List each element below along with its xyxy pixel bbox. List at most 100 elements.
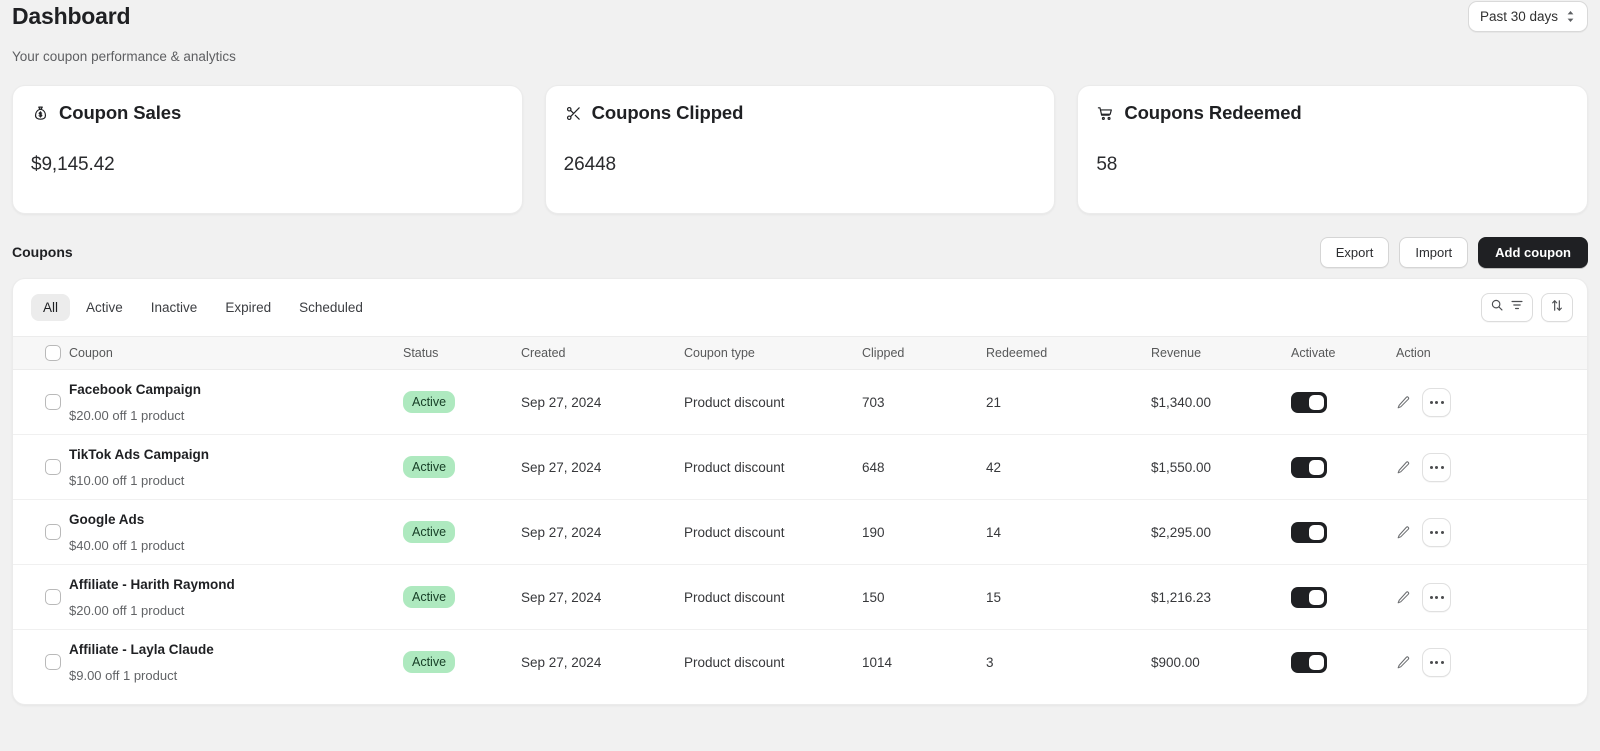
column-header-clipped[interactable]: Clipped xyxy=(862,336,986,370)
more-actions-button[interactable] xyxy=(1422,582,1451,612)
cell-created: Sep 27, 2024 xyxy=(521,564,684,630)
edit-pencil-icon[interactable] xyxy=(1396,460,1411,475)
add-coupon-button[interactable]: Add coupon xyxy=(1478,236,1588,268)
ellipsis-icon xyxy=(1429,465,1444,469)
filter-tabs: All Active Inactive Expired Scheduled xyxy=(31,294,375,321)
column-header-coupon[interactable]: Coupon xyxy=(69,336,403,370)
cell-status: Active xyxy=(403,499,521,565)
metric-title: Coupons Clipped xyxy=(591,102,744,123)
table-row[interactable]: Affiliate - Layla Claude $9.00 off 1 pro… xyxy=(13,630,1587,695)
cell-coupon: Google Ads $40.00 off 1 product xyxy=(69,499,403,565)
row-checkbox[interactable] xyxy=(45,524,61,540)
edit-pencil-icon[interactable] xyxy=(1396,525,1411,540)
activate-toggle[interactable] xyxy=(1291,586,1327,608)
coupon-detail: $9.00 off 1 product xyxy=(69,668,178,684)
cell-activate xyxy=(1291,630,1396,695)
chevron-updown-icon xyxy=(1565,9,1576,24)
column-header-created[interactable]: Created xyxy=(521,336,684,370)
table-row[interactable]: TikTok Ads Campaign $10.00 off 1 product… xyxy=(13,434,1587,500)
cell-coupon: Facebook Campaign $20.00 off 1 product xyxy=(69,369,403,435)
scissors-icon xyxy=(564,104,583,123)
cell-revenue: $1,340.00 xyxy=(1151,369,1291,435)
date-range-selector[interactable]: Past 30 days xyxy=(1467,1,1588,32)
metric-value: $9,145.42 xyxy=(31,154,115,175)
edit-pencil-icon[interactable] xyxy=(1396,655,1411,670)
tab-scheduled[interactable]: Scheduled xyxy=(287,294,375,321)
edit-pencil-icon[interactable] xyxy=(1396,395,1411,410)
section-title: Coupons xyxy=(12,244,73,260)
table-row[interactable]: Google Ads $40.00 off 1 product Active S… xyxy=(13,499,1587,565)
more-actions-button[interactable] xyxy=(1422,387,1451,417)
activate-toggle[interactable] xyxy=(1291,456,1327,478)
select-all-cell xyxy=(13,336,69,370)
cell-created: Sep 27, 2024 xyxy=(521,369,684,435)
cell-action xyxy=(1396,630,1587,695)
activate-toggle[interactable] xyxy=(1291,391,1327,413)
dashboard-page: Dashboard Past 30 days Your coupon perfo… xyxy=(0,0,1600,751)
cell-status: Active xyxy=(403,630,521,695)
activate-toggle[interactable] xyxy=(1291,521,1327,543)
table-header-row: Coupon Status Created Coupon type Clippe… xyxy=(13,336,1587,370)
column-header-revenue[interactable]: Revenue xyxy=(1151,336,1291,370)
coupon-name: Affiliate - Harith Raymond xyxy=(69,577,235,592)
ellipsis-icon xyxy=(1429,660,1444,664)
column-header-action: Action xyxy=(1396,336,1587,370)
cell-clipped: 1014 xyxy=(862,654,893,670)
export-button[interactable]: Export xyxy=(1319,236,1390,268)
row-checkbox[interactable] xyxy=(45,589,61,605)
tab-expired[interactable]: Expired xyxy=(213,294,283,321)
row-actions xyxy=(1396,387,1587,417)
table-body: Facebook Campaign $20.00 off 1 product A… xyxy=(13,369,1587,695)
edit-pencil-icon[interactable] xyxy=(1396,590,1411,605)
cell-action xyxy=(1396,434,1587,500)
tab-active[interactable]: Active xyxy=(74,294,135,321)
column-header-activate: Activate xyxy=(1291,336,1396,370)
column-header-status[interactable]: Status xyxy=(403,336,521,370)
select-all-checkbox[interactable] xyxy=(45,345,61,361)
metric-card-header: Coupons Redeemed xyxy=(1096,102,1569,124)
cell-revenue: $900.00 xyxy=(1151,654,1200,670)
row-checkbox[interactable] xyxy=(45,459,61,475)
cell-status: Active xyxy=(403,434,521,500)
row-actions xyxy=(1396,517,1587,547)
import-button[interactable]: Import xyxy=(1399,236,1469,268)
page-title: Dashboard xyxy=(12,3,131,29)
toggle-knob xyxy=(1309,459,1324,475)
column-header-redeemed[interactable]: Redeemed xyxy=(986,336,1151,370)
cell-clipped: 150 xyxy=(862,564,986,630)
metric-card-header: Coupon Sales xyxy=(31,102,504,124)
cell-created: Sep 27, 2024 xyxy=(521,654,602,670)
row-checkbox[interactable] xyxy=(45,654,61,671)
cell-coupon-type: Product discount xyxy=(684,434,862,500)
row-checkbox[interactable] xyxy=(45,394,61,410)
sort-updown-icon xyxy=(1550,298,1564,318)
activate-toggle[interactable] xyxy=(1291,651,1327,673)
column-header-coupon-type[interactable]: Coupon type xyxy=(684,336,862,370)
sort-button[interactable] xyxy=(1541,293,1573,322)
cell-redeemed: 3 xyxy=(986,654,994,670)
row-select-cell xyxy=(13,499,69,565)
more-actions-button[interactable] xyxy=(1422,517,1451,547)
cell-coupon: Affiliate - Layla Claude $9.00 off 1 pro… xyxy=(69,630,403,695)
status-badge: Active xyxy=(403,521,456,543)
table-row[interactable]: Affiliate - Harith Raymond $20.00 off 1 … xyxy=(13,564,1587,630)
metric-title: Coupons Redeemed xyxy=(1124,102,1302,123)
more-actions-button[interactable] xyxy=(1422,452,1451,482)
cell-revenue: $2,295.00 xyxy=(1151,499,1291,565)
cell-activate xyxy=(1291,564,1396,630)
toggle-knob xyxy=(1309,524,1324,540)
status-badge: Active xyxy=(403,586,456,608)
cell-coupon-type: Product discount xyxy=(684,564,862,630)
cell-action xyxy=(1396,369,1587,435)
metric-card-coupon-sales: Coupon Sales $9,145.42 xyxy=(12,85,523,214)
coupon-detail: $10.00 off 1 product xyxy=(69,473,185,488)
cell-activate xyxy=(1291,434,1396,500)
tab-inactive[interactable]: Inactive xyxy=(139,294,210,321)
coupon-name: Facebook Campaign xyxy=(69,382,202,397)
tab-all[interactable]: All xyxy=(31,294,71,321)
table-row[interactable]: Facebook Campaign $20.00 off 1 product A… xyxy=(13,369,1587,435)
search-filter-button[interactable] xyxy=(1481,293,1533,322)
more-actions-button[interactable] xyxy=(1422,647,1451,677)
cell-clipped: 190 xyxy=(862,499,986,565)
coupon-detail: $20.00 off 1 product xyxy=(69,603,185,618)
